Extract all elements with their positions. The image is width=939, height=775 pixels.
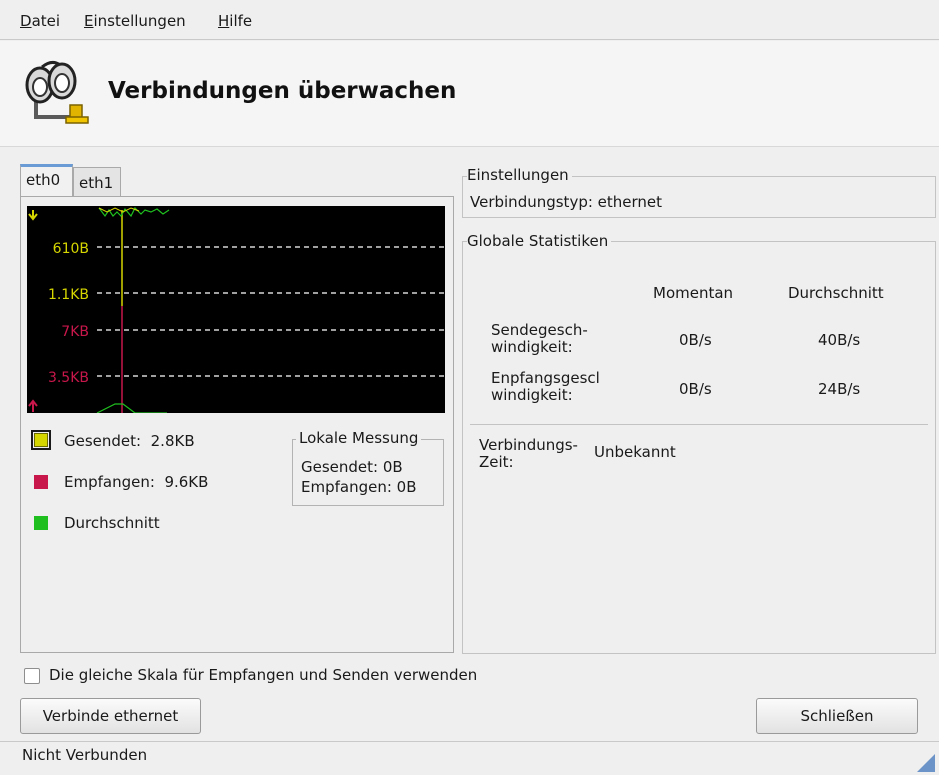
local-measure-title: Lokale Messung <box>296 429 422 447</box>
same-scale-label: Die gleiche Skala für Empfangen und Send… <box>49 666 478 684</box>
statusbar: Nicht Verbunden <box>0 741 939 775</box>
status-text: Nicht Verbunden <box>22 746 148 764</box>
graph-label-1: 1.1KB <box>48 287 89 303</box>
sent-legend-label: Gesendet: 2.8KB <box>64 432 195 450</box>
tab-eth1[interactable]: eth1 <box>73 167 121 197</box>
menu-hilfe[interactable]: Hilfe <box>218 12 252 30</box>
close-button[interactable]: Schließen <box>756 698 918 734</box>
traffic-graph: 610B 1.1KB 7KB 3.5KB <box>27 206 445 414</box>
menubar: Datei Einstellungen Hilfe <box>0 0 939 40</box>
received-legend-label: Empfangen: 9.6KB <box>64 473 209 491</box>
send-speed-current: 0B/s <box>679 331 712 349</box>
receive-speed-average: 24B/s <box>818 380 861 398</box>
page-title: Verbindungen überwachen <box>108 78 457 104</box>
received-color-swatch <box>34 475 48 489</box>
average-line-bottom <box>96 403 167 414</box>
divider <box>470 424 928 425</box>
header-banner: Verbindungen überwachen <box>0 41 939 147</box>
connection-time-label: Verbindungs- Zeit: <box>479 436 578 471</box>
average-color-swatch <box>34 516 48 530</box>
graph-label-0: 610B <box>53 241 89 257</box>
binoculars-network-icon <box>22 55 96 131</box>
receive-speed-current: 0B/s <box>679 380 712 398</box>
menu-einstellungen[interactable]: Einstellungen <box>84 12 186 30</box>
local-measure-received: Empfangen: 0B <box>301 478 417 496</box>
average-legend-label: Durchschnitt <box>64 514 160 532</box>
connection-type: Verbindungstyp: ethernet <box>470 193 663 211</box>
down-arrow-icon <box>28 210 38 221</box>
receive-speed-label: Enpfangsgescl windigkeit: <box>491 370 600 404</box>
up-arrow-icon <box>28 399 38 412</box>
menu-datei[interactable]: Datei <box>20 12 60 30</box>
graph-label-2: 7KB <box>61 324 89 340</box>
connection-time-value: Unbekannt <box>594 443 676 461</box>
send-speed-label: Sendegesch-windigkeit: <box>491 321 588 356</box>
graph-label-3: 3.5KB <box>48 370 89 386</box>
same-scale-checkbox[interactable] <box>24 668 40 684</box>
connect-button[interactable]: Verbinde ethernet <box>20 698 201 734</box>
col-header-current: Momentan <box>653 284 734 302</box>
sent-color-swatch <box>31 430 51 450</box>
local-measure-sent: Gesendet: 0B <box>301 458 403 476</box>
global-stats-title: Globale Statistiken <box>467 232 612 250</box>
tab-eth0[interactable]: eth0 <box>20 164 73 196</box>
resize-grip-icon[interactable] <box>917 754 935 775</box>
send-speed-average: 40B/s <box>818 331 861 349</box>
settings-group-title: Einstellungen <box>467 166 572 184</box>
col-header-average: Durchschnitt <box>788 284 884 302</box>
